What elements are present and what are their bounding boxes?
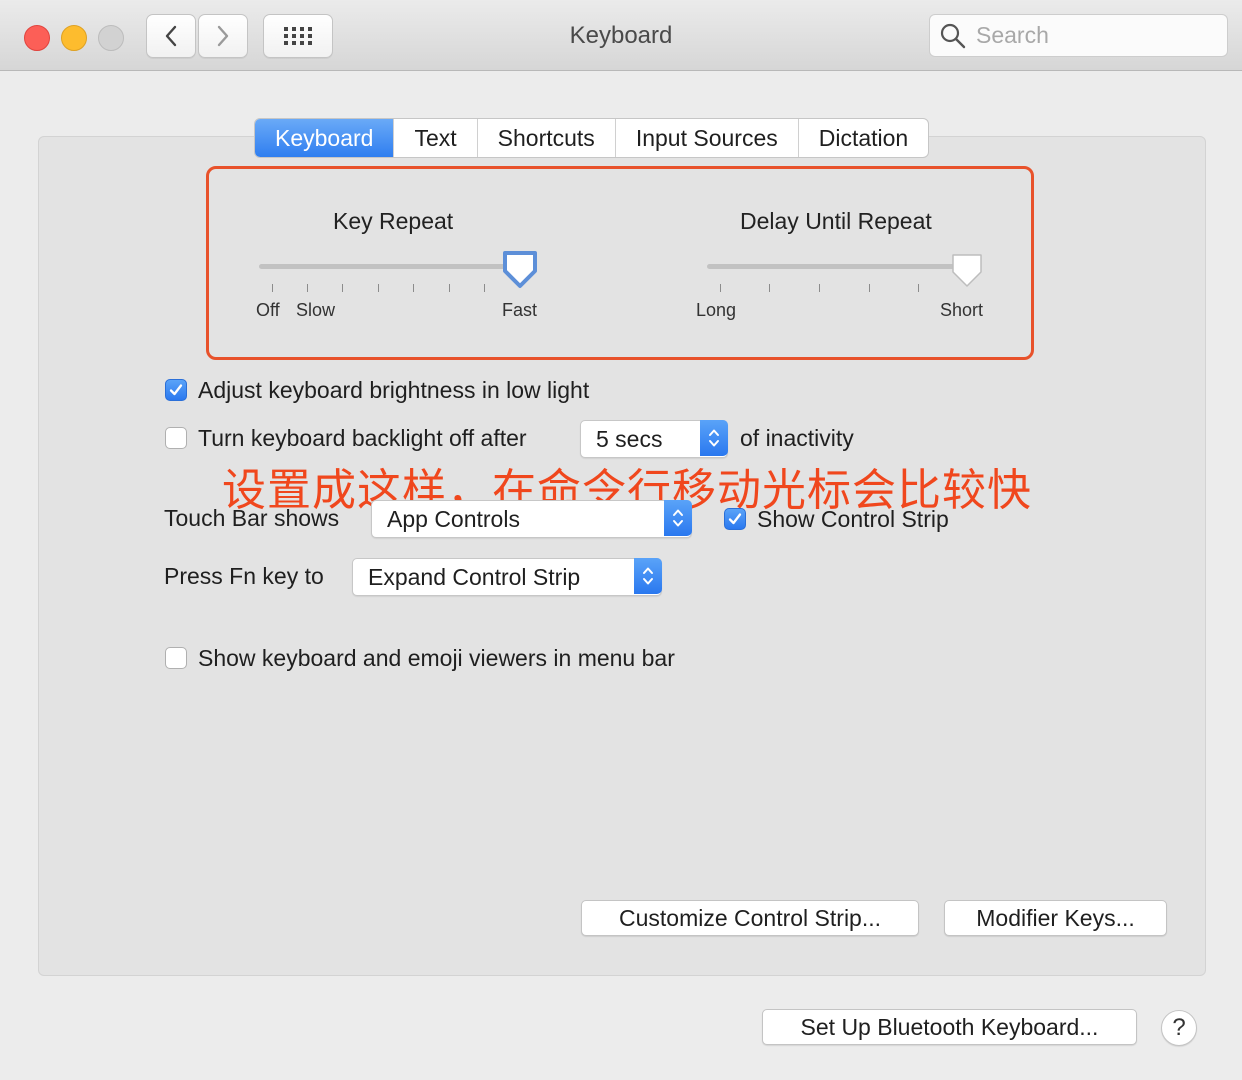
backlight-timeout-popup[interactable]: 5 secs: [580, 420, 728, 458]
inactivity-suffix-label: of inactivity: [740, 425, 854, 451]
search-field[interactable]: [929, 14, 1228, 57]
help-button[interactable]: ?: [1161, 1010, 1197, 1046]
key-repeat-fast-label: Fast: [502, 300, 538, 320]
key-repeat-slider-thumb[interactable]: [500, 249, 540, 291]
annotation-highlight-box: [206, 166, 1034, 360]
tick-mark: [378, 284, 379, 292]
customize-control-strip-button[interactable]: Customize Control Strip...: [581, 900, 919, 936]
tick-mark: [484, 284, 485, 292]
tick-mark: [769, 284, 770, 292]
press-fn-value: Expand Control Strip: [368, 564, 581, 590]
delay-short-label: Short: [940, 300, 984, 320]
checkmark-icon: [728, 513, 742, 525]
backlight-off-label: Turn keyboard backlight off after: [198, 425, 527, 451]
tick-mark: [449, 284, 450, 292]
delay-until-repeat-slider[interactable]: [707, 264, 981, 269]
delay-until-repeat-title: Delay Until Repeat: [740, 208, 932, 234]
show-control-strip-label: Show Control Strip: [757, 506, 949, 532]
up-down-arrows-icon: [634, 558, 662, 594]
tick-mark: [720, 284, 721, 292]
key-repeat-title: Key Repeat: [333, 208, 454, 234]
up-down-arrows-icon: [700, 420, 728, 456]
modifier-keys-button[interactable]: Modifier Keys...: [944, 900, 1167, 936]
backlight-timeout-value: 5 secs: [596, 426, 663, 452]
press-fn-popup[interactable]: Expand Control Strip: [352, 558, 662, 596]
key-repeat-slider[interactable]: [259, 264, 535, 269]
adjust-brightness-label: Adjust keyboard brightness in low light: [198, 377, 590, 403]
press-fn-label: Press Fn key to: [164, 563, 324, 589]
tick-mark: [918, 284, 919, 292]
search-icon: [940, 23, 966, 48]
checkmark-icon: [169, 384, 183, 396]
touch-bar-shows-label: Touch Bar shows: [164, 505, 340, 531]
tab-input-sources[interactable]: Input Sources: [614, 119, 798, 157]
tab-text[interactable]: Text: [393, 119, 476, 157]
tick-mark: [307, 284, 308, 292]
bluetooth-keyboard-button[interactable]: Set Up Bluetooth Keyboard...: [762, 1009, 1137, 1045]
adjust-brightness-checkbox[interactable]: [165, 379, 187, 401]
delay-long-label: Long: [696, 300, 737, 320]
show-viewers-label: Show keyboard and emoji viewers in menu …: [198, 645, 675, 671]
backlight-off-checkbox[interactable]: [165, 427, 187, 449]
up-down-arrows-icon: [664, 500, 692, 536]
tab-keyboard[interactable]: Keyboard: [255, 119, 394, 157]
tick-mark: [819, 284, 820, 292]
title-bar: Keyboard: [0, 0, 1242, 71]
tab-shortcuts[interactable]: Shortcuts: [476, 119, 615, 157]
delay-until-repeat-slider-thumb[interactable]: [950, 252, 984, 290]
touch-bar-value: App Controls: [387, 506, 520, 532]
show-viewers-checkbox[interactable]: [165, 647, 187, 669]
show-control-strip-checkbox[interactable]: [724, 508, 746, 530]
tick-mark: [413, 284, 414, 292]
tab-dictation[interactable]: Dictation: [797, 119, 928, 157]
touch-bar-popup[interactable]: App Controls: [371, 500, 692, 538]
key-repeat-off-label: Off: [256, 300, 280, 320]
tab-bar: Keyboard Text Shortcuts Input Sources Di…: [254, 118, 930, 158]
key-repeat-slow-label: Slow: [296, 300, 336, 320]
tick-mark: [272, 284, 273, 292]
tick-mark: [869, 284, 870, 292]
search-input[interactable]: [974, 21, 1218, 50]
tick-mark: [342, 284, 343, 292]
